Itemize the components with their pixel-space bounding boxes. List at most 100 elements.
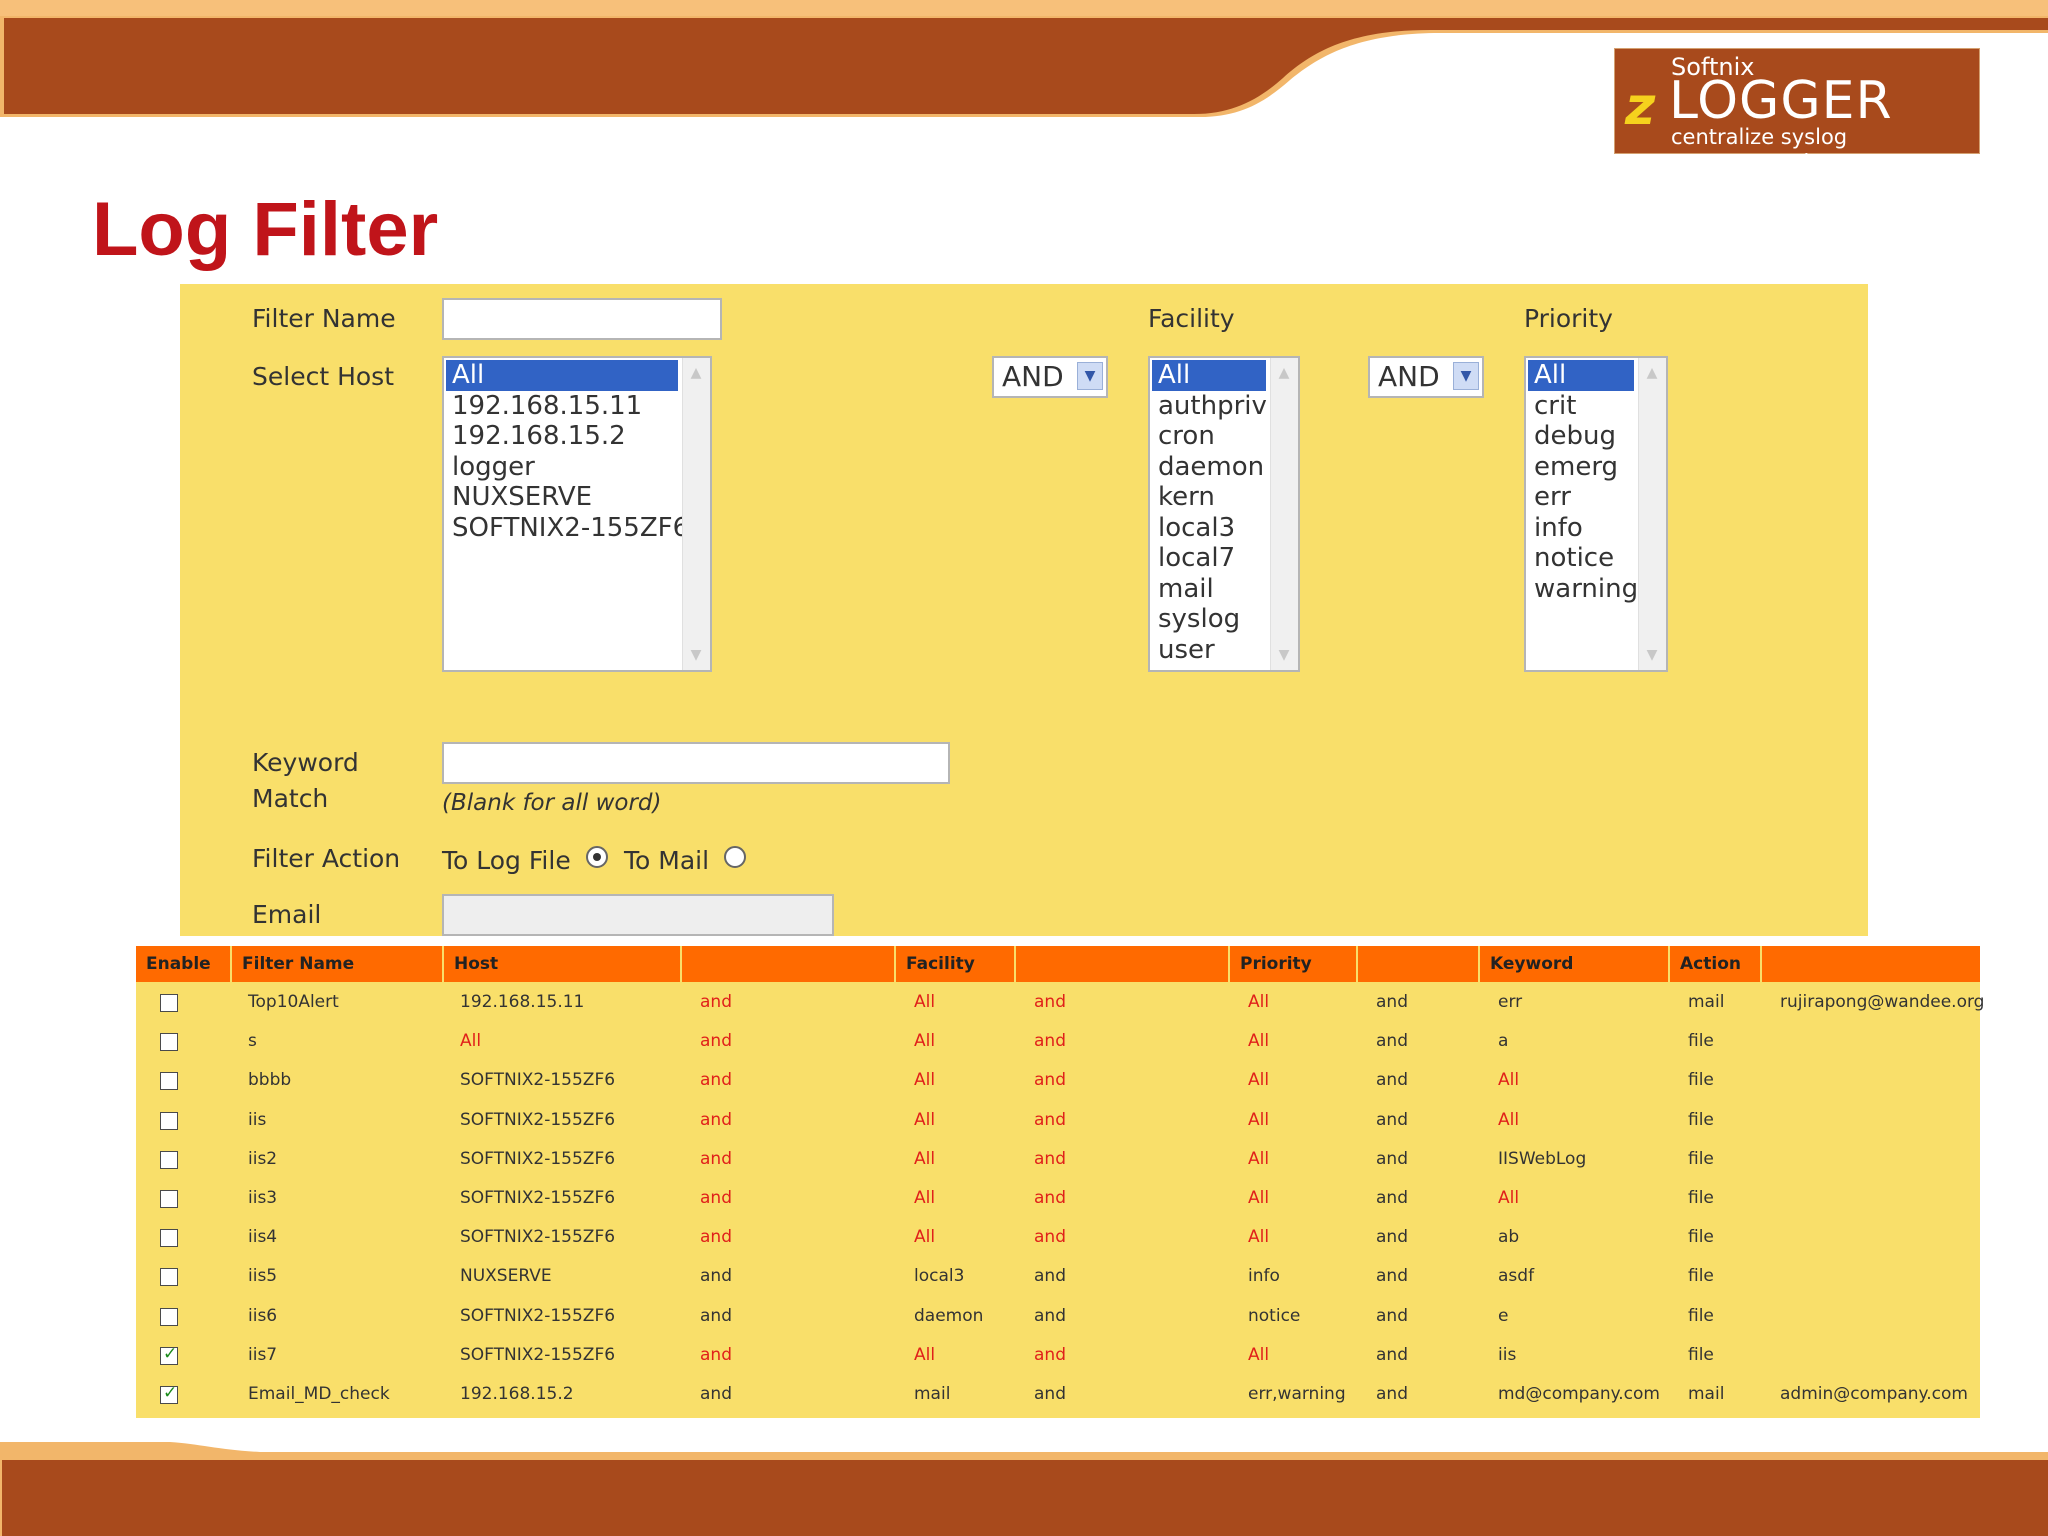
table-row: bbbb SOFTNIX2-155ZF6 and All and All and All fil… [136, 1060, 1980, 1099]
scroll-down-icon[interactable]: ▼ [1271, 642, 1297, 668]
to-log-file-radio[interactable] [586, 846, 608, 868]
facility-option[interactable]: local7 [1152, 543, 1268, 574]
keyword-hint: (Blank for all word) [442, 790, 662, 816]
enable-checkbox[interactable] [160, 994, 178, 1012]
enable-checkbox[interactable] [160, 1268, 178, 1287]
cell-operator: and [1376, 1384, 1408, 1404]
email-input[interactable] [442, 894, 834, 936]
cell-operator: and [1376, 1344, 1408, 1365]
facility-option[interactable]: user [1152, 635, 1268, 666]
enable-checkbox[interactable] [160, 1033, 178, 1052]
table-row: iis3 SOFTNIX2-155ZF6 and All and All and All fil… [136, 1178, 1980, 1217]
enable-checkbox[interactable] [160, 1072, 178, 1091]
facility-option[interactable]: cron [1152, 421, 1268, 452]
facility-option[interactable]: daemon [1152, 452, 1268, 483]
priority-option[interactable]: warning [1528, 574, 1638, 605]
cell-priority: notice [1248, 1305, 1301, 1326]
column-header-action[interactable]: Action [1670, 946, 1762, 982]
table-row: iis4 SOFTNIX2-155ZF6 and All and All and ab file [136, 1217, 1980, 1256]
cell-priority: All [1248, 1227, 1270, 1248]
table-header-row: Enable Filter Name Host Facility Priorit… [136, 946, 1980, 982]
column-header-filter-name[interactable]: Filter Name [232, 946, 444, 982]
facility-priority-operator-select[interactable]: AND ▼ [1368, 356, 1484, 398]
priority-option[interactable]: crit [1528, 391, 1636, 422]
cell-filter-name: iis [248, 1109, 267, 1130]
host-scrollbar[interactable]: ▲ ▼ [682, 358, 710, 670]
to-mail-label: To Mail [624, 846, 710, 875]
cell-facility: daemon [914, 1305, 984, 1326]
keyword-input[interactable] [442, 742, 950, 784]
column-header-host[interactable]: Host [444, 946, 682, 982]
priority-option[interactable]: All [1528, 360, 1634, 391]
chevron-down-icon[interactable]: ▼ [1077, 362, 1103, 390]
cell-keyword: All [1498, 1070, 1520, 1091]
host-listbox[interactable]: All 192.168.15.11 192.168.15.2 logger NU… [442, 356, 712, 672]
priority-scrollbar[interactable]: ▲ ▼ [1638, 358, 1666, 670]
cell-operator: and [700, 1188, 732, 1208]
cell-priority: All [1248, 1148, 1270, 1169]
cell-operator: and [1034, 1109, 1066, 1130]
enable-checkbox[interactable] [160, 1150, 178, 1169]
filter-name-input[interactable] [442, 298, 722, 340]
filter-table: Enable Filter Name Host Facility Priorit… [136, 946, 1984, 1418]
enable-checkbox[interactable] [160, 1307, 178, 1326]
cell-operator: and [1034, 1344, 1066, 1365]
facility-option[interactable]: mail [1152, 574, 1268, 605]
priority-option[interactable]: err [1528, 482, 1636, 513]
host-option[interactable]: SOFTNIX2-155ZF6 [446, 513, 689, 544]
column-header-operator [1016, 946, 1230, 982]
scroll-down-icon[interactable]: ▼ [1639, 642, 1665, 668]
host-option[interactable]: 192.168.15.11 [446, 391, 680, 422]
cell-keyword: a [1498, 1031, 1509, 1052]
cell-action: file [1688, 1305, 1714, 1326]
priority-option[interactable]: info [1528, 513, 1636, 544]
cell-action: mail [1688, 992, 1725, 1012]
facility-option[interactable]: All [1152, 360, 1266, 391]
cell-keyword: e [1498, 1305, 1509, 1326]
table-row: iis SOFTNIX2-155ZF6 and All and All and All file [136, 1100, 1980, 1139]
enable-checkbox[interactable]: ✓ [160, 1383, 178, 1404]
cell-priority: All [1248, 1070, 1270, 1091]
host-option[interactable]: NUXSERVE [446, 482, 680, 513]
facility-option[interactable]: kern [1152, 482, 1268, 513]
facility-option[interactable]: authpriv [1152, 391, 1268, 422]
priority-option[interactable]: emerg [1528, 452, 1636, 483]
scroll-up-icon[interactable]: ▲ [1271, 360, 1297, 386]
cell-action: file [1688, 1031, 1714, 1052]
scroll-up-icon[interactable]: ▲ [683, 360, 709, 386]
cell-operator: and [1376, 1148, 1408, 1169]
cell-action: file [1688, 1070, 1714, 1091]
cell-keyword: ab [1498, 1227, 1520, 1248]
cell-filter-name: bbbb [248, 1070, 292, 1091]
host-facility-operator-select[interactable]: AND ▼ [992, 356, 1108, 398]
host-option[interactable]: logger [446, 452, 680, 483]
priority-option[interactable]: debug [1528, 421, 1636, 452]
cell-operator: and [700, 1344, 732, 1365]
scroll-down-icon[interactable]: ▼ [683, 642, 709, 668]
chevron-down-icon[interactable]: ▼ [1453, 362, 1479, 390]
facility-listbox[interactable]: All authpriv cron daemon kern local3 loc… [1148, 356, 1300, 672]
cell-operator: and [700, 1227, 732, 1248]
host-option[interactable]: All [446, 360, 678, 391]
scroll-up-icon[interactable]: ▲ [1639, 360, 1665, 386]
to-mail-radio[interactable] [724, 846, 746, 868]
cell-filter-name: s [248, 1031, 257, 1052]
column-header-priority[interactable]: Priority [1230, 946, 1358, 982]
enable-checkbox[interactable] [160, 1111, 178, 1130]
enable-checkbox[interactable] [160, 1190, 178, 1208]
column-header-facility[interactable]: Facility [896, 946, 1016, 982]
facility-option[interactable]: syslog [1152, 604, 1268, 635]
cell-operator: and [1376, 1227, 1408, 1248]
priority-listbox[interactable]: All crit debug emerg err info notice war… [1524, 356, 1668, 672]
facility-option[interactable]: local3 [1152, 513, 1268, 544]
priority-option[interactable]: notice [1528, 543, 1636, 574]
enable-checkbox[interactable]: ✓ [160, 1344, 178, 1365]
cell-filter-name: iis7 [248, 1344, 278, 1365]
cell-keyword: IISWebLog [1498, 1148, 1587, 1169]
facility-scrollbar[interactable]: ▲ ▼ [1270, 358, 1298, 670]
column-header-keyword[interactable]: Keyword [1480, 946, 1670, 982]
column-header-enable[interactable]: Enable [136, 946, 232, 982]
host-option[interactable]: 192.168.15.2 [446, 421, 680, 452]
column-header-operator [682, 946, 896, 982]
enable-checkbox[interactable] [160, 1229, 178, 1248]
